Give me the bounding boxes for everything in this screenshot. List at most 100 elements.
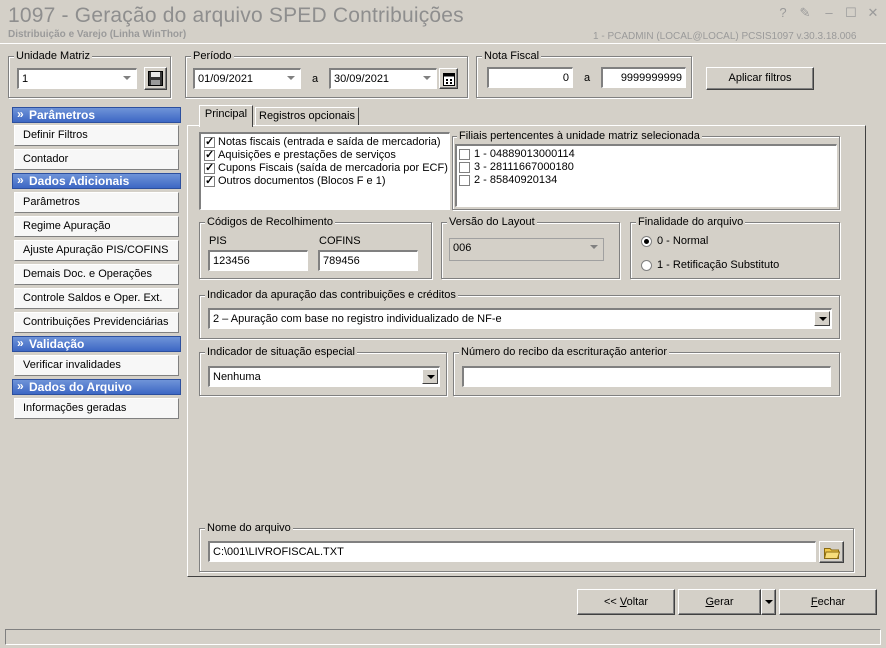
indicador-apuracao-value: 2 – Apuração com base no registro indivi…: [213, 313, 502, 325]
radio-normal[interactable]: [641, 236, 652, 247]
periodo-label: Período: [191, 49, 234, 63]
checkbox-label: Notas fiscais (entrada e saída de mercad…: [218, 136, 441, 148]
sidebar-item-controle-saldos[interactable]: Controle Saldos e Oper. Ext.: [14, 288, 179, 309]
periodo-start-date[interactable]: 01/09/2021: [193, 68, 301, 89]
recibo-input[interactable]: [462, 366, 831, 387]
sidebar-item-definir-filtros[interactable]: Definir Filtros: [14, 125, 179, 146]
sidebar-header-dados-arquivo[interactable]: Dados do Arquivo: [12, 379, 181, 395]
help-icon[interactable]: ?: [776, 6, 790, 20]
edit-window-icon[interactable]: ✎: [798, 6, 812, 20]
filial-checkbox[interactable]: [459, 162, 470, 173]
filial-item: 3 - 28111667000180: [474, 161, 574, 173]
sidebar-item-ajuste-apuracao[interactable]: Ajuste Apuração PIS/COFINS: [14, 240, 179, 261]
indicador-apuracao-select[interactable]: 2 – Apuração com base no registro indivi…: [208, 308, 832, 329]
checkbox-label: Cupons Fiscais (saída de mercadoria por …: [218, 162, 448, 174]
arquivo-input[interactable]: C:\001\LIVROFISCAL.TXT: [208, 541, 816, 562]
sidebar-item-verificar-invalidades[interactable]: Verificar invalidades: [14, 355, 179, 376]
periodo-start-value: 01/09/2021: [198, 73, 254, 85]
close-button[interactable]: Fechar: [779, 589, 877, 615]
filiais-label: Filiais pertencentes à unidade matriz se…: [457, 129, 702, 143]
sidebar-item-contribuicoes-previdenciarias[interactable]: Contribuições Previdenciárias: [14, 312, 179, 333]
window-title: 1097 - Geração do arquivo SPED Contribui…: [8, 4, 464, 27]
unidade-matriz-label: Unidade Matriz: [14, 49, 92, 63]
sidebar-item-parametros[interactable]: Parâmetros: [14, 192, 179, 213]
sidebar-header-dados-adicionais[interactable]: Dados Adicionais: [12, 173, 181, 189]
arquivo-label: Nome do arquivo: [205, 521, 293, 535]
unidade-matriz-value: 1: [22, 73, 29, 85]
nota-fiscal-separator: a: [584, 72, 591, 84]
save-button[interactable]: [144, 67, 167, 90]
browse-folder-button[interactable]: [819, 541, 844, 563]
versao-select[interactable]: 006: [449, 238, 604, 261]
checkbox-label: Outros documentos (Blocos F e 1): [218, 175, 386, 187]
chevron-down-icon[interactable]: [119, 71, 135, 86]
back-button-label: oltar: [626, 596, 649, 608]
chevron-down-icon: [765, 600, 773, 604]
indicador-situacao-value: Nenhuma: [213, 371, 261, 383]
sidebar-header-parametros[interactable]: Parâmetros: [12, 107, 181, 123]
sidebar-header-validacao[interactable]: Validação: [12, 336, 181, 352]
calendar-dropdown-icon[interactable]: [419, 71, 435, 86]
title-bar: 1097 - Geração do arquivo SPED Contribui…: [0, 0, 886, 44]
close-button-label: echar: [817, 596, 846, 608]
calendar-dropdown-icon[interactable]: [283, 71, 299, 86]
radio-retificacao[interactable]: [641, 260, 652, 271]
maximize-icon[interactable]: ☐: [844, 6, 858, 20]
apply-filters-button[interactable]: Aplicar filtros: [706, 67, 814, 90]
chevron-down-icon[interactable]: [422, 369, 438, 384]
nota-fiscal-label: Nota Fiscal: [482, 49, 542, 63]
generate-options-button[interactable]: [761, 589, 776, 615]
indicador-situacao-select[interactable]: Nenhuma: [208, 366, 440, 387]
nota-fiscal-start-input[interactable]: 0: [487, 67, 573, 88]
pis-input[interactable]: 123456: [208, 250, 308, 271]
unidade-matriz-select[interactable]: 1: [17, 68, 137, 89]
filial-checkbox[interactable]: [459, 149, 470, 160]
filial-checkbox[interactable]: [459, 175, 470, 186]
back-button-key: V: [619, 596, 627, 608]
sidebar-item-contador[interactable]: Contador: [14, 149, 179, 170]
codigos-label: Códigos de Recolhimento: [205, 215, 335, 229]
nota-fiscal-end-input[interactable]: 9999999999: [601, 67, 686, 88]
back-button[interactable]: << Voltar: [577, 589, 675, 615]
tab-principal[interactable]: Principal: [199, 105, 253, 127]
folder-icon: [823, 548, 840, 559]
close-button-key: F: [810, 596, 818, 608]
status-bar: [5, 629, 881, 645]
radio-label: 1 - Retificação Substituto: [657, 259, 780, 271]
minimize-icon[interactable]: –: [822, 6, 836, 20]
generate-button-label: erar: [714, 596, 734, 608]
sidebar-item-demais-doc[interactable]: Demais Doc. e Operações: [14, 264, 179, 285]
radio-label: 0 - Normal: [657, 235, 709, 247]
periodo-end-value: 30/09/2021: [334, 73, 390, 85]
tab-registros-opcionais[interactable]: Registros opcionais: [255, 107, 359, 126]
versao-value: 006: [453, 242, 472, 254]
pis-label: PIS: [209, 235, 227, 247]
calendar-icon: [442, 73, 455, 86]
indicador-situacao-label: Indicador de situação especial: [205, 345, 357, 359]
generate-button[interactable]: Gerar: [678, 589, 761, 615]
generate-button-key: G: [705, 596, 714, 608]
sidebar-item-informacoes-geradas[interactable]: Informações geradas: [14, 398, 179, 419]
calendar-button[interactable]: [439, 68, 458, 89]
session-info: 1 - PCADMIN (LOCAL@LOCAL) PCSIS1097 v.30…: [593, 31, 857, 42]
chevron-down-icon[interactable]: [814, 311, 830, 326]
checkbox-notas-fiscais[interactable]: [204, 135, 215, 148]
back-button-prefix: <<: [603, 596, 620, 608]
checkbox-outros-documentos[interactable]: [204, 174, 215, 187]
cofins-label: COFINS: [319, 235, 361, 247]
periodo-separator: a: [312, 73, 319, 85]
checkbox-cupons-fiscais[interactable]: [204, 161, 215, 174]
finalidade-label: Finalidade do arquivo: [636, 215, 746, 229]
cofins-input[interactable]: 789456: [318, 250, 418, 271]
periodo-end-date[interactable]: 30/09/2021: [329, 68, 437, 89]
filial-item: 2 - 85840920134: [474, 174, 558, 186]
floppy-disk-icon: [148, 71, 163, 86]
sidebar-item-regime-apuracao[interactable]: Regime Apuração: [14, 216, 179, 237]
checkbox-aquisicoes[interactable]: [204, 148, 215, 161]
versao-label: Versão do Layout: [447, 215, 537, 229]
indicador-apuracao-label: Indicador da apuração das contribuições …: [205, 288, 458, 302]
checkbox-label: Aquisições e prestações de serviços: [218, 149, 396, 161]
close-window-icon[interactable]: ✕: [866, 6, 880, 20]
window-subtitle: Distribuição e Varejo (Linha WinThor): [8, 29, 187, 40]
filiais-list[interactable]: 1 - 04889013000114 3 - 28111667000180 2 …: [455, 144, 837, 207]
